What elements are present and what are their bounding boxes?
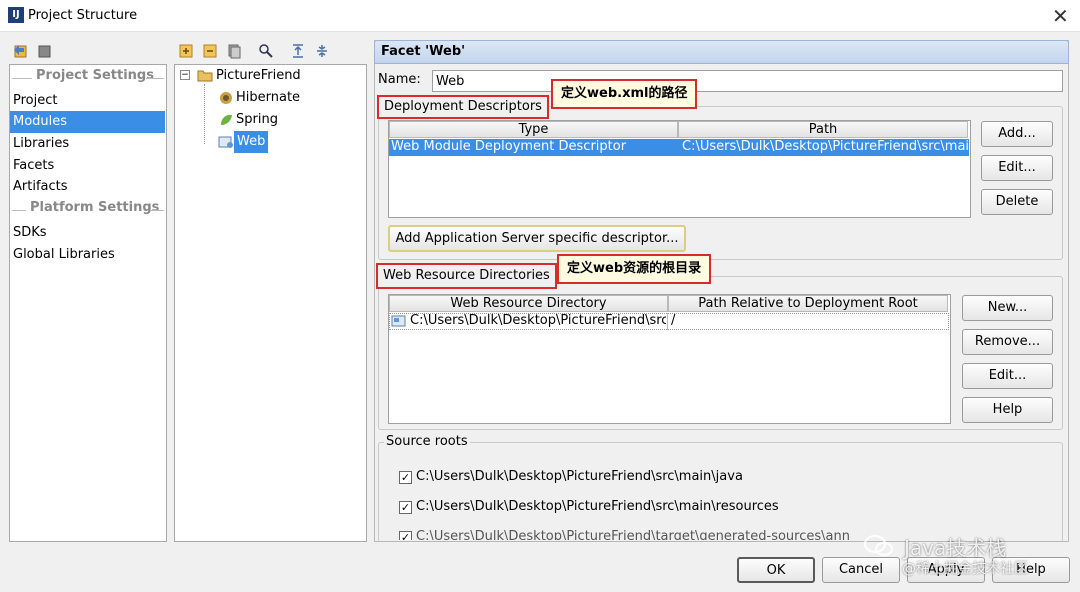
add-server-descriptor-button[interactable]: Add Application Server specific descript… — [388, 225, 686, 252]
column-header-type[interactable]: Type — [389, 121, 678, 138]
remove-web-resource-button[interactable]: Remove... — [962, 329, 1053, 355]
collapse-toggle-icon[interactable]: − — [180, 70, 190, 80]
add-icon[interactable] — [178, 43, 194, 59]
project-settings-header: Project Settings — [12, 68, 164, 88]
cell-divider — [667, 313, 668, 330]
annotation-web-xml: 定义web.xml的路径 — [551, 79, 698, 109]
descriptor-type-cell: Web Module Deployment Descriptor — [391, 139, 627, 154]
ok-button[interactable]: OK — [737, 557, 815, 583]
deployment-descriptors-title: Deployment Descriptors — [377, 95, 549, 119]
column-header-web-resource-directory[interactable]: Web Resource Directory — [389, 295, 668, 312]
collapse-all-icon[interactable] — [314, 43, 330, 59]
facet-header: Facet 'Web' — [374, 40, 1069, 64]
forward-icon[interactable] — [36, 42, 54, 60]
column-header-path[interactable]: Path — [678, 121, 968, 138]
web-resource-directory-cell: C:\Users\Dulk\Desktop\PictureFriend\src.… — [410, 313, 666, 328]
nav-item-sdks[interactable]: SDKs — [10, 222, 165, 244]
title-bar: IJ Project Structure ✕ — [0, 0, 1080, 32]
remove-icon[interactable] — [202, 43, 218, 59]
nav-item-project[interactable]: Project — [10, 90, 165, 112]
annotation-web-resources: 定义web资源的根目录 — [557, 254, 712, 284]
web-resource-folder-icon — [391, 315, 406, 327]
nav-item-artifacts[interactable]: Artifacts — [10, 176, 165, 198]
tree-root-picturefriend[interactable]: PictureFriend — [216, 65, 301, 87]
module-tree-panel — [174, 64, 367, 542]
web-resource-directories-title: Web Resource Directories — [376, 263, 557, 289]
source-root-checkbox-3[interactable]: ✓ — [399, 531, 412, 540]
name-input[interactable] — [432, 70, 1063, 92]
source-root-row-3: ✓ C:\Users\Dulk\Desktop\PictureFriend\ta… — [390, 528, 850, 540]
hibernate-icon — [220, 92, 232, 104]
source-root-label-2: C:\Users\Dulk\Desktop\PictureFriend\src\… — [416, 499, 779, 514]
descriptor-path-cell: C:\Users\Dulk\Desktop\PictureFriend\src\… — [682, 139, 968, 154]
back-icon[interactable] — [12, 42, 30, 60]
name-label: Name: — [378, 72, 421, 87]
nav-item-libraries[interactable]: Libraries — [10, 133, 165, 155]
source-root-checkbox-1[interactable]: ✓ — [399, 471, 412, 484]
help-web-resource-button[interactable]: Help — [962, 397, 1053, 423]
folder-icon — [197, 70, 213, 82]
tree-line — [204, 84, 205, 144]
copy-icon[interactable] — [226, 43, 242, 59]
column-header-path-relative[interactable]: Path Relative to Deployment Root — [668, 295, 948, 312]
platform-settings-header: Platform Settings — [12, 200, 164, 220]
tree-item-hibernate[interactable]: Hibernate — [236, 87, 300, 109]
web-resource-path-cell: / — [671, 313, 676, 328]
watermark-title: Java技术栈 — [904, 536, 1007, 560]
web-icon — [218, 136, 233, 148]
tree-item-web[interactable]: Web — [234, 131, 269, 153]
spring-icon — [221, 114, 232, 125]
close-icon[interactable]: ✕ — [1052, 4, 1069, 28]
nav-item-facets[interactable]: Facets — [10, 155, 165, 177]
source-roots-title: Source roots — [384, 434, 470, 449]
delete-descriptor-button[interactable]: Delete — [981, 189, 1053, 215]
tree-item-spring[interactable]: Spring — [236, 109, 278, 131]
find-icon[interactable] — [258, 43, 274, 59]
source-root-label-3: C:\Users\Dulk\Desktop\PictureFriend\targ… — [416, 529, 850, 540]
wechat-watermark-icon — [864, 535, 893, 556]
source-root-label-1: C:\Users\Dulk\Desktop\PictureFriend\src\… — [416, 469, 743, 484]
add-descriptor-button[interactable]: Add... — [981, 121, 1053, 147]
nav-item-modules[interactable]: Modules — [10, 111, 165, 133]
nav-item-global-libraries[interactable]: Global Libraries — [10, 244, 165, 266]
expand-all-icon[interactable] — [290, 43, 306, 59]
source-root-checkbox-2[interactable]: ✓ — [399, 501, 412, 514]
new-web-resource-button[interactable]: New... — [962, 295, 1053, 321]
intellij-app-icon: IJ — [8, 7, 24, 23]
edit-descriptor-button[interactable]: Edit... — [981, 155, 1053, 181]
source-roots-group — [378, 442, 1063, 542]
window-title: Project Structure — [28, 8, 138, 23]
edit-web-resource-button[interactable]: Edit... — [962, 363, 1053, 389]
cancel-button[interactable]: Cancel — [822, 557, 900, 583]
watermark-subtitle: @稀土掘金技术社区 — [902, 561, 1028, 577]
